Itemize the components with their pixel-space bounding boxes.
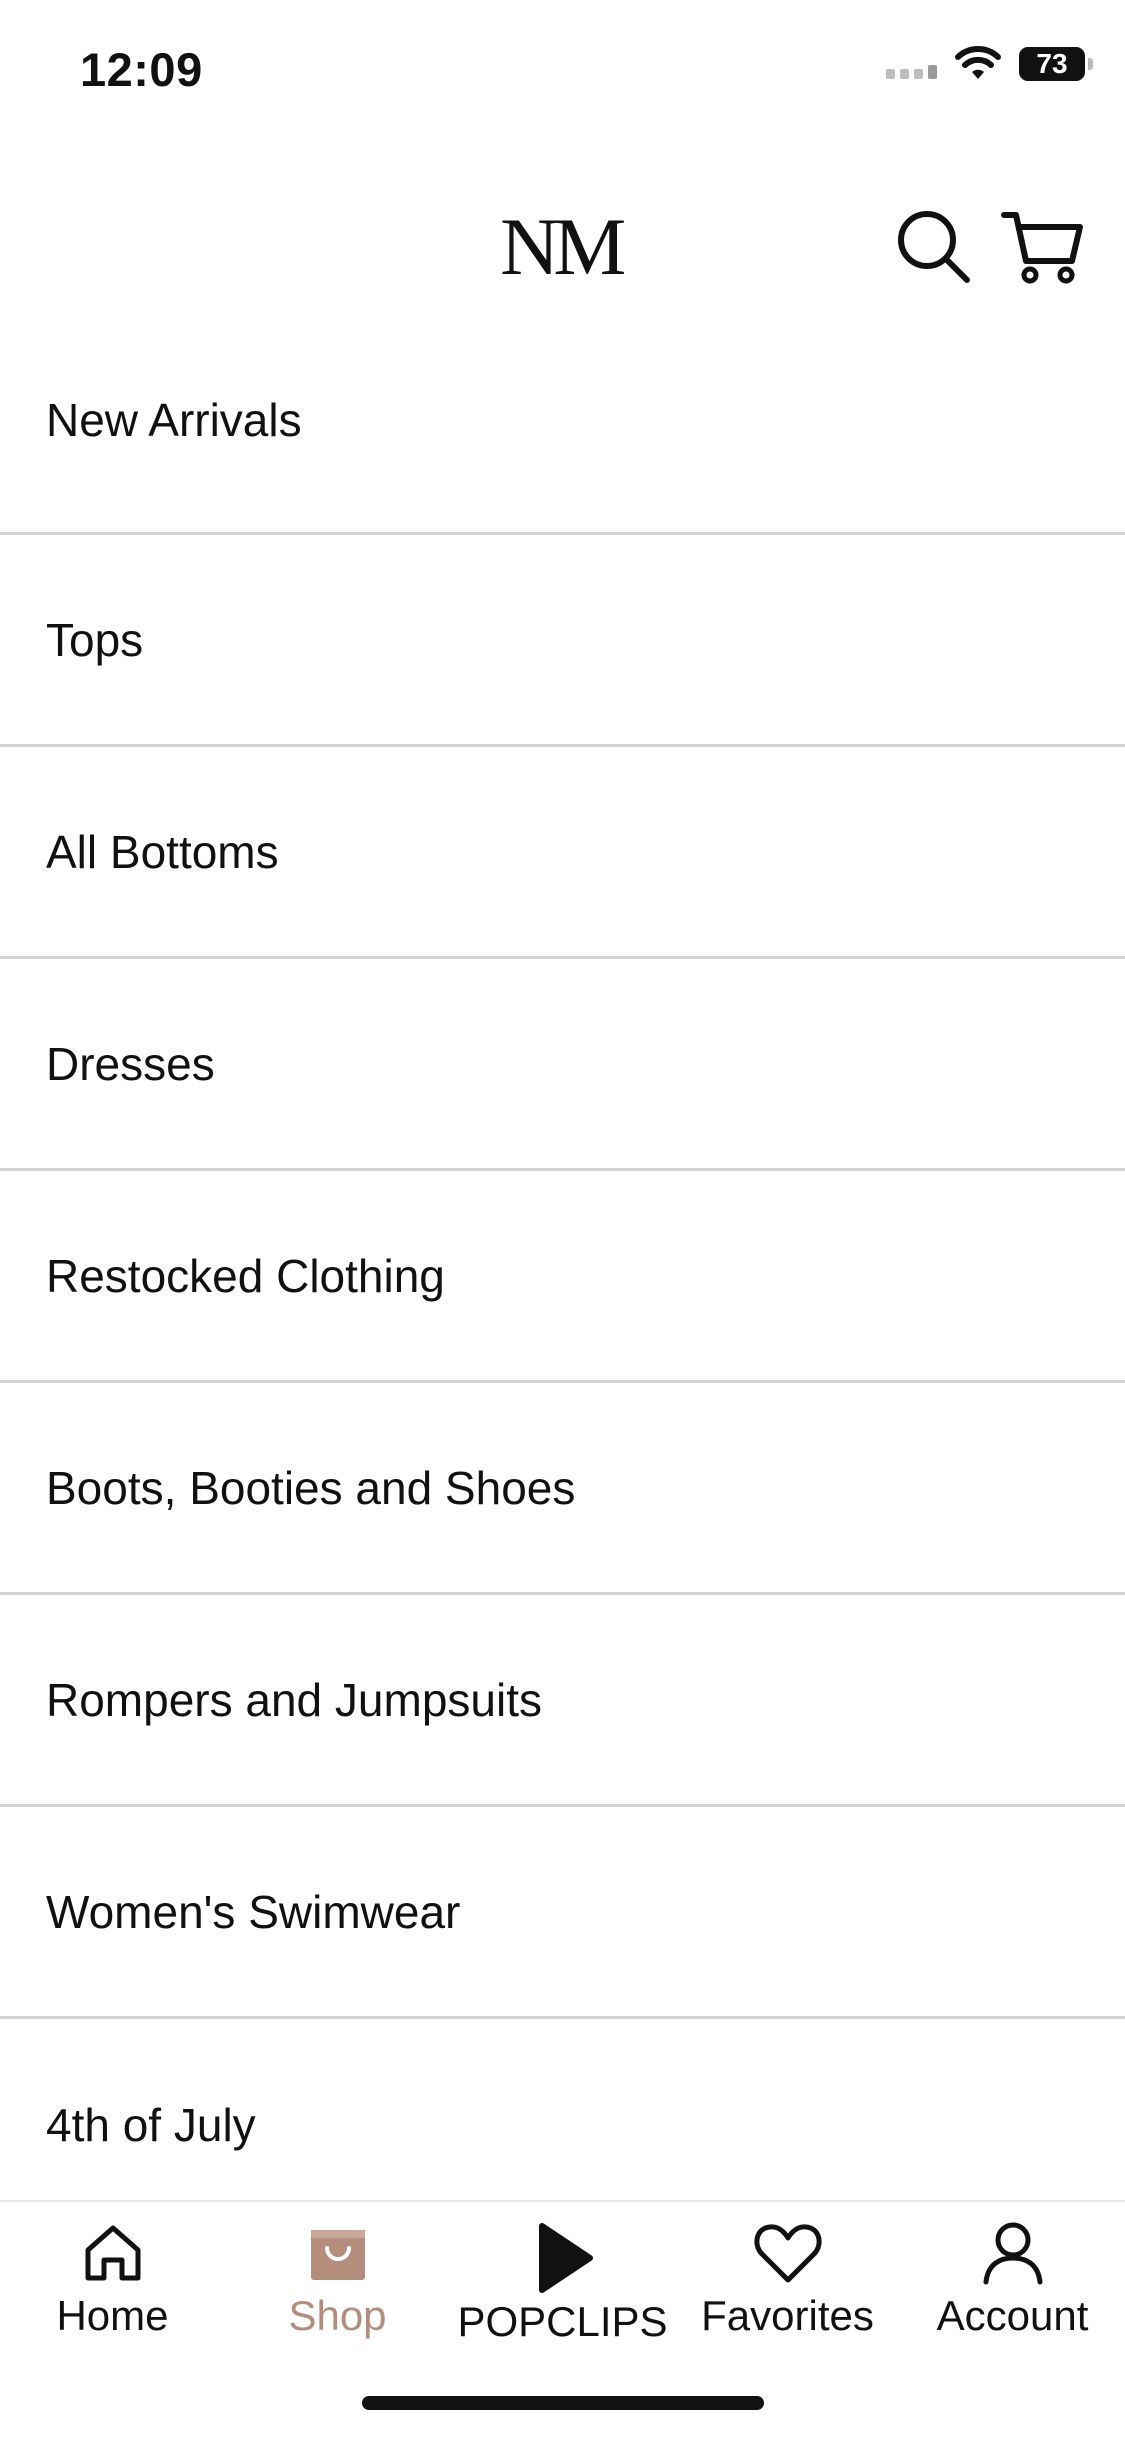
status-icons: 73 — [886, 46, 1093, 82]
category-label: Women's Swimwear — [46, 1885, 461, 1938]
tab-label: Home — [56, 2292, 169, 2339]
tab-favorites[interactable]: Favorites — [675, 2202, 900, 2362]
shopping-bag-icon — [310, 2230, 365, 2280]
home-icon — [85, 2225, 140, 2281]
category-item-tops[interactable]: Tops — [0, 535, 1125, 747]
category-item-restocked-clothing[interactable]: Restocked Clothing — [0, 1171, 1125, 1383]
tab-shop[interactable]: Shop — [225, 2202, 450, 2362]
category-item-new-arrivals[interactable]: New Arrivals — [0, 307, 1125, 535]
tab-popclips[interactable]: POPCLIPS — [450, 2202, 675, 2362]
cart-icon — [1001, 212, 1083, 284]
category-label: All Bottoms — [46, 825, 279, 878]
heart-icon — [753, 2224, 822, 2283]
status-time: 12:09 — [80, 43, 203, 96]
battery-level: 73 — [1036, 48, 1068, 79]
tab-label: Shop — [288, 2292, 387, 2339]
wifi-icon — [955, 46, 1001, 79]
category-label: New Arrivals — [46, 393, 302, 446]
battery-icon: 73 — [1019, 47, 1093, 81]
person-icon — [983, 2222, 1042, 2285]
app-header: NM. — [0, 180, 1125, 310]
status-bar: 12:09 73 — [0, 0, 1125, 130]
tab-label: Favorites — [701, 2292, 874, 2339]
category-label: Restocked Clothing — [46, 1249, 445, 1302]
category-label: 4th of July — [46, 2099, 256, 2151]
home-indicator[interactable] — [362, 2396, 764, 2410]
search-button[interactable] — [895, 208, 975, 288]
category-item-womens-swimwear[interactable]: Women's Swimwear — [0, 1807, 1125, 2019]
category-item-all-bottoms[interactable]: All Bottoms — [0, 747, 1125, 959]
category-list: New Arrivals Tops All Bottoms Dresses Re… — [0, 307, 1125, 2231]
category-label: Boots, Booties and Shoes — [46, 1461, 576, 1514]
tab-label: POPCLIPS — [457, 2298, 668, 2345]
category-item-rompers-jumpsuits[interactable]: Rompers and Jumpsuits — [0, 1595, 1125, 1807]
play-icon — [538, 2223, 593, 2293]
category-label: Dresses — [46, 1037, 215, 1090]
category-item-dresses[interactable]: Dresses — [0, 959, 1125, 1171]
cart-button[interactable] — [1000, 205, 1086, 291]
tab-label: Account — [936, 2292, 1089, 2339]
tab-account[interactable]: Account — [900, 2202, 1125, 2362]
category-label: Rompers and Jumpsuits — [46, 1673, 542, 1726]
cellular-signal-icon — [886, 49, 937, 79]
category-item-boots-booties-shoes[interactable]: Boots, Booties and Shoes — [0, 1383, 1125, 1595]
tab-home[interactable]: Home — [0, 2202, 225, 2362]
search-icon — [898, 211, 970, 283]
category-label: Tops — [46, 613, 144, 666]
